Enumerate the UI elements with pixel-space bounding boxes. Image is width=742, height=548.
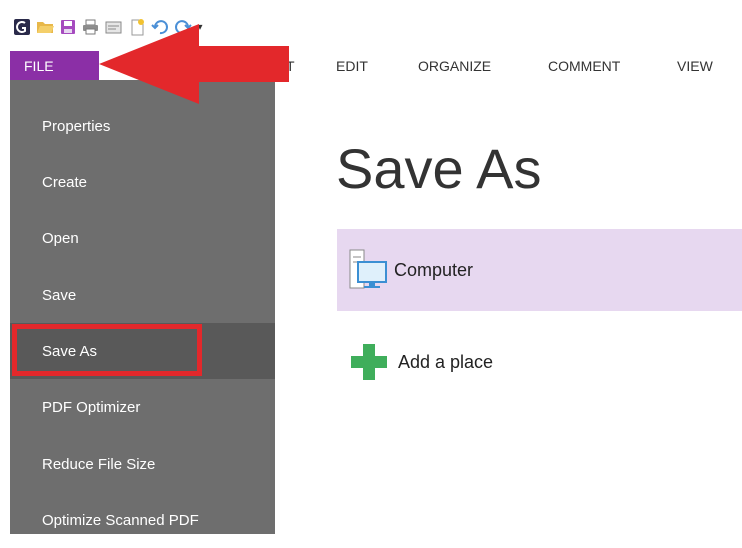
menu-item-properties[interactable]: Properties <box>10 98 275 154</box>
tab-edit[interactable]: EDIT <box>336 51 368 80</box>
place-computer[interactable]: Computer <box>337 229 742 311</box>
new-document-icon[interactable] <box>125 16 148 38</box>
menu-item-create[interactable]: Create <box>10 154 275 210</box>
place-computer-label: Computer <box>394 259 474 280</box>
menu-item-optimize-scanned-pdf[interactable]: Optimize Scanned PDF <box>10 492 275 548</box>
place-add-label: Add a place <box>398 351 494 372</box>
customize-dropdown-icon[interactable]: ▾ <box>194 16 206 38</box>
computer-icon <box>348 248 388 292</box>
scan-icon[interactable] <box>102 16 125 38</box>
ribbon-tabs: FILE T EDIT ORGANIZE COMMENT VIEW <box>10 51 742 80</box>
tab-view[interactable]: VIEW <box>677 51 713 80</box>
menu-item-save-as[interactable]: Save As <box>10 323 275 379</box>
redo-icon[interactable] <box>171 16 194 38</box>
tab-organize[interactable]: ORGANIZE <box>418 51 491 80</box>
page-title: Save As <box>336 137 542 200</box>
menu-item-pdf-optimizer[interactable]: PDF Optimizer <box>10 379 275 435</box>
menu-item-reduce-file-size[interactable]: Reduce File Size <box>10 436 275 492</box>
tab-partial[interactable]: T <box>286 51 295 80</box>
save-icon[interactable] <box>56 16 79 38</box>
place-add[interactable]: Add a place <box>337 330 742 394</box>
tab-comment[interactable]: COMMENT <box>548 51 620 80</box>
backstage-menu: Properties Create Open Save Save As PDF … <box>10 80 275 534</box>
tab-file[interactable]: FILE <box>10 51 99 80</box>
open-folder-icon[interactable] <box>33 16 56 38</box>
add-place-icon <box>348 341 390 383</box>
menu-item-open[interactable]: Open <box>10 210 275 266</box>
quick-access-toolbar: ▾ <box>10 14 206 40</box>
print-icon[interactable] <box>79 16 102 38</box>
window-edge <box>0 0 10 534</box>
menu-item-save[interactable]: Save <box>10 267 275 323</box>
app-logo-icon[interactable] <box>10 16 33 38</box>
undo-icon[interactable] <box>148 16 171 38</box>
